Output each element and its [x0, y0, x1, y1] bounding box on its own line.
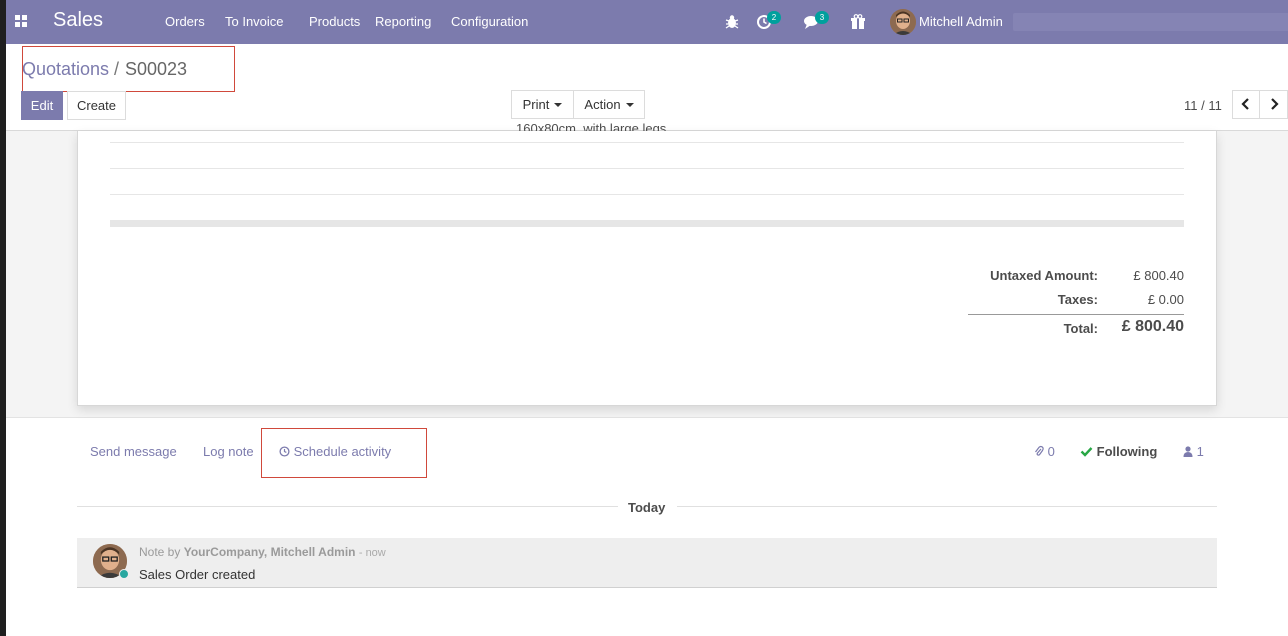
action-label: Action — [584, 97, 621, 112]
totals-divider — [968, 314, 1184, 315]
menu-orders[interactable]: Orders — [165, 14, 205, 29]
order-line-divider — [110, 168, 1184, 169]
untaxed-amount-value: £ 800.40 — [1133, 268, 1184, 283]
followers-button[interactable]: 1 — [1183, 444, 1204, 459]
message-header: Note by YourCompany, Mitchell Admin - no… — [139, 545, 386, 559]
check-icon — [1080, 447, 1093, 457]
sheet-clip — [110, 131, 1184, 142]
attachments-button[interactable]: 0 — [1034, 444, 1055, 459]
highlight-box-breadcrumb — [22, 46, 235, 92]
menu-products[interactable]: Products — [309, 14, 360, 29]
create-button[interactable]: Create — [67, 91, 126, 120]
log-note-button[interactable]: Log note — [203, 444, 254, 459]
order-line-divider — [110, 142, 1184, 143]
action-dropdown[interactable]: Action — [573, 90, 645, 119]
menu-reporting[interactable]: Reporting — [375, 14, 431, 29]
day-divider-left — [77, 506, 618, 507]
following-button[interactable]: Following — [1080, 444, 1157, 459]
gift-icon[interactable] — [848, 12, 868, 32]
following-label: Following — [1096, 444, 1158, 459]
day-divider-right — [677, 506, 1217, 507]
top-navbar: Sales Orders To Invoice Products Reporti… — [6, 0, 1288, 44]
redacted-area — [1013, 13, 1288, 31]
total-value: £ 800.40 — [1121, 318, 1184, 335]
activity-badge: 2 — [767, 11, 781, 24]
edit-button[interactable]: Edit — [21, 91, 63, 120]
user-avatar[interactable] — [890, 9, 916, 35]
attachments-count: 0 — [1047, 444, 1055, 459]
chatter-message: Note by YourCompany, Mitchell Admin - no… — [77, 538, 1217, 588]
user-name[interactable]: Mitchell Admin — [919, 14, 1003, 29]
messages-badge: 3 — [815, 11, 829, 24]
menu-configuration[interactable]: Configuration — [451, 14, 528, 29]
paperclip-icon — [1035, 445, 1044, 456]
message-time: - now — [358, 547, 386, 559]
day-separator-label: Today — [628, 500, 666, 515]
order-line-divider — [110, 194, 1184, 195]
online-status-dot — [119, 569, 129, 579]
pager-value[interactable]: 11 / 11 — [1184, 98, 1222, 113]
message-author[interactable]: YourCompany, Mitchell Admin — [184, 545, 356, 559]
apps-menu-icon[interactable] — [15, 15, 27, 27]
total-label: Total: — [1063, 321, 1098, 336]
message-prefix: Note by — [139, 545, 181, 559]
pager-previous-button[interactable] — [1232, 90, 1260, 119]
followers-count: 1 — [1196, 444, 1204, 459]
chevron-right-icon — [1270, 98, 1279, 110]
print-dropdown[interactable]: Print — [511, 90, 574, 119]
order-lines-footer-bar — [110, 220, 1184, 227]
highlight-box-schedule-activity — [261, 428, 427, 478]
print-label: Print — [522, 97, 550, 112]
control-panel: Quotations / S00023 Edit Create Print Ac… — [6, 44, 1288, 131]
send-message-button[interactable]: Send message — [90, 444, 177, 459]
chevron-down-icon — [554, 103, 563, 107]
taxes-label: Taxes: — [1057, 292, 1098, 307]
chevron-down-icon — [625, 103, 634, 107]
chevron-left-icon — [1241, 98, 1249, 110]
bug-icon[interactable] — [722, 12, 742, 32]
app-brand[interactable]: Sales — [53, 9, 103, 32]
taxes-value: £ 0.00 — [1147, 292, 1184, 307]
user-icon — [1183, 446, 1193, 457]
message-body: Sales Order created — [139, 567, 256, 582]
untaxed-amount-label: Untaxed Amount: — [990, 268, 1098, 283]
pager-next-button[interactable] — [1259, 90, 1288, 119]
menu-to-invoice[interactable]: To Invoice — [225, 14, 284, 29]
